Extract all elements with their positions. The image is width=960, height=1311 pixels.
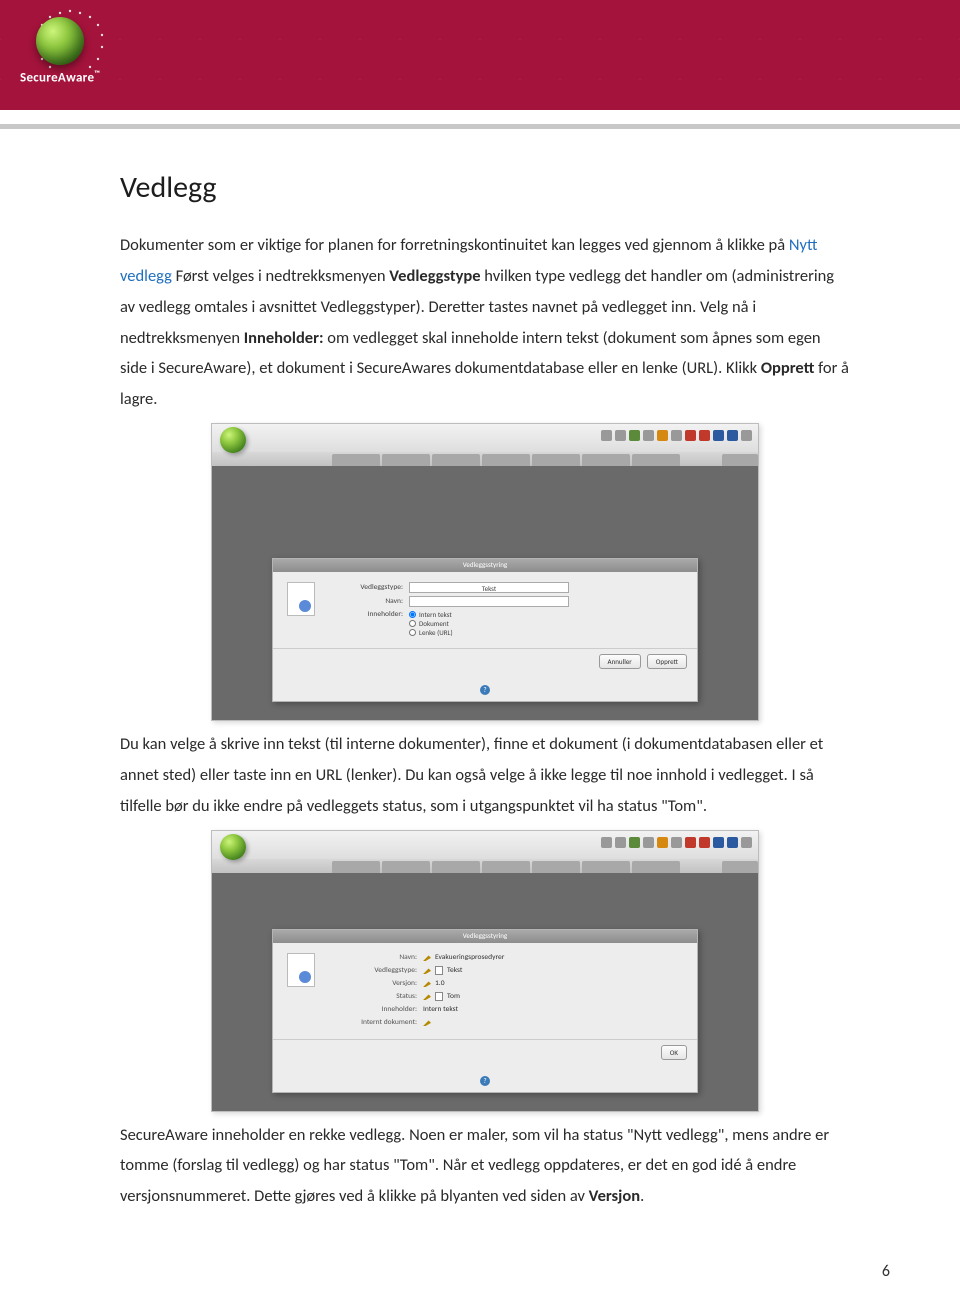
pencil-icon[interactable] bbox=[423, 992, 431, 1000]
screenshot-1: Vedleggsstyring Vedleggstype: Tekst Navn… bbox=[211, 423, 759, 721]
label-vedleggstype: Vedleggstype: bbox=[333, 583, 409, 592]
status-icon bbox=[435, 992, 443, 1001]
cancel-button[interactable]: Annuller bbox=[599, 654, 641, 669]
brand-name: SecureAware™ bbox=[20, 69, 100, 85]
radio-lenke[interactable]: Lenke (URL) bbox=[409, 628, 453, 637]
dialog-title: Vedleggsstyring bbox=[273, 930, 697, 943]
help-icon[interactable]: ? bbox=[480, 1076, 490, 1086]
radio-intern-tekst[interactable]: Intern tekst bbox=[409, 610, 453, 619]
input-navn[interactable] bbox=[409, 596, 569, 607]
create-button[interactable]: Opprett bbox=[647, 654, 687, 669]
pencil-icon[interactable] bbox=[423, 1018, 431, 1026]
page-number: 6 bbox=[0, 1242, 960, 1311]
paragraph-2: Du kan velge å skrive inn tekst (til int… bbox=[120, 729, 850, 822]
document-icon bbox=[287, 953, 315, 987]
value-status: Tom bbox=[447, 992, 460, 1001]
pencil-icon[interactable] bbox=[423, 966, 431, 974]
label-navn: Navn: bbox=[333, 597, 409, 606]
paragraph-3: SecureAware inneholder en rekke vedlegg.… bbox=[120, 1120, 850, 1213]
paragraph-1: Dokumenter som er viktige for planen for… bbox=[120, 230, 850, 415]
brand-logo: SecureAware™ bbox=[20, 5, 100, 85]
screenshot-2: Vedleggsstyring Navn:Evakueringsprosedyr… bbox=[211, 830, 759, 1112]
toolbar-icons bbox=[601, 837, 752, 848]
logo-orb-icon bbox=[36, 17, 84, 65]
document-icon bbox=[287, 582, 315, 616]
select-vedleggstype[interactable]: Tekst bbox=[409, 582, 569, 593]
value-navn: Evakueringsprosedyrer bbox=[435, 953, 504, 962]
help-icon[interactable]: ? bbox=[480, 685, 490, 695]
label-inneholder: Inneholder: bbox=[333, 610, 409, 619]
nav-tabs bbox=[212, 452, 758, 466]
dialog-title: Vedleggsstyring bbox=[273, 559, 697, 572]
ok-button[interactable]: OK bbox=[661, 1045, 687, 1060]
app-orb-icon bbox=[220, 427, 246, 453]
toolbar-icons bbox=[601, 430, 752, 441]
page-title: Vedlegg bbox=[120, 169, 850, 206]
text-icon bbox=[435, 966, 443, 975]
value-version: 1.0 bbox=[435, 979, 445, 988]
pencil-icon[interactable] bbox=[423, 953, 431, 961]
dialog-vedleggsstyring-detail: Vedleggsstyring Navn:Evakueringsprosedyr… bbox=[272, 929, 698, 1093]
header-band: SecureAware™ bbox=[0, 0, 960, 110]
radio-dokument[interactable]: Dokument bbox=[409, 619, 453, 628]
nav-tabs bbox=[212, 859, 758, 873]
pencil-icon[interactable] bbox=[423, 979, 431, 987]
value-type: Tekst bbox=[447, 966, 462, 975]
app-orb-icon bbox=[220, 834, 246, 860]
value-contains: Intern tekst bbox=[423, 1005, 458, 1014]
dialog-vedleggsstyring: Vedleggsstyring Vedleggstype: Tekst Navn… bbox=[272, 558, 698, 702]
